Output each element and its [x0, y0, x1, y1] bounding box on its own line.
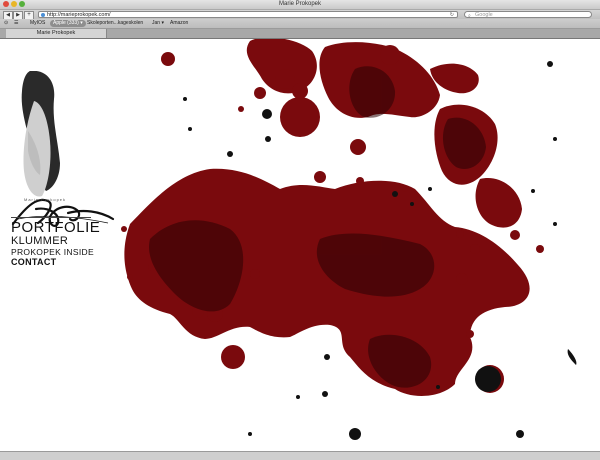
drop: [350, 139, 366, 155]
drop: [356, 177, 364, 185]
ink-drop: [322, 391, 328, 397]
drop: [238, 106, 244, 112]
ink-drop: [531, 189, 535, 193]
nav-prokopek-inside[interactable]: PROKOPEK INSIDE: [11, 248, 100, 257]
ink-drop: [262, 109, 272, 119]
ink-drop: [265, 136, 271, 142]
ink-drop: [324, 354, 330, 360]
logo-caption: Marie Prokopek: [24, 197, 67, 202]
reading-list-icon[interactable]: ⊙: [4, 19, 8, 28]
bookmarks-menu-icon[interactable]: ☰: [14, 19, 18, 28]
drop: [536, 245, 544, 253]
search-field[interactable]: ⌕ Google: [464, 11, 592, 19]
ink-streak: [567, 349, 577, 365]
ink-drop: [183, 97, 187, 101]
tab-marie-prokopek[interactable]: Marie Prokopek: [6, 29, 107, 38]
bookmark-amazon[interactable]: Amazon: [170, 19, 188, 28]
ink-drop: [553, 222, 557, 226]
drop: [161, 52, 175, 66]
url-text: http://marieprokopek.com/: [47, 12, 111, 18]
bookmarks-bar: ⊙ ☰ MyIOS Apple (333) ▾ Skoleporten...ka…: [0, 19, 600, 29]
bookmark-jan[interactable]: Jan ▾: [152, 19, 164, 28]
page-viewport: Marie Prokopek PORTFOLIE KLUMMER PROKOPE…: [0, 39, 600, 451]
right-lower-splash: [475, 178, 522, 228]
ink-drop: [227, 151, 233, 157]
browser-toolbar: ◀ ▶ + http://marieprokopek.com/ ↻ ⌕ Goog…: [0, 10, 600, 20]
site-icon: [41, 13, 45, 17]
ink-drop: [428, 187, 432, 191]
drop: [292, 83, 308, 99]
drop: [380, 45, 400, 65]
drop: [402, 186, 408, 192]
drop: [314, 171, 326, 183]
drop: [280, 97, 320, 137]
drop: [127, 274, 133, 280]
address-bar[interactable]: http://marieprokopek.com/ ↻: [38, 11, 458, 18]
ink-drop: [410, 202, 414, 206]
ink-drop: [188, 127, 192, 131]
ink-drop: [436, 385, 440, 389]
drop: [510, 230, 520, 240]
ink-drop: [516, 430, 524, 438]
bookmark-myios[interactable]: MyIOS: [30, 19, 45, 28]
drop: [275, 69, 295, 89]
window-title: Marie Prokopek: [278, 1, 322, 7]
ink-drop: [553, 137, 557, 141]
drop: [250, 269, 260, 279]
drop: [254, 87, 266, 99]
ink-drop: [475, 366, 501, 392]
drop: [456, 273, 468, 285]
ink-drop: [296, 395, 300, 399]
nav-klummer[interactable]: KLUMMER: [11, 236, 100, 247]
ink-drop: [349, 428, 361, 440]
nav-contact[interactable]: CONTACT: [11, 257, 100, 267]
search-placeholder: Google: [475, 12, 493, 18]
bookmark-skoleporten[interactable]: Skoleporten...kageskolen: [87, 19, 143, 28]
ink-drop: [547, 61, 553, 67]
splash-shapes: [121, 39, 544, 396]
site-navigation: PORTFOLIE KLUMMER PROKOPEK INSIDE CONTAC…: [11, 220, 100, 267]
drop: [121, 226, 127, 232]
window-titlebar: Marie Prokopek: [0, 0, 600, 10]
drop: [470, 244, 480, 254]
ink-drop: [392, 191, 398, 197]
menu-divider: [11, 217, 91, 218]
drop: [466, 330, 474, 338]
reload-icon[interactable]: ↻: [450, 12, 454, 19]
nav-portfolie[interactable]: PORTFOLIE: [11, 220, 100, 235]
ink-drop: [248, 432, 252, 436]
drop: [456, 230, 464, 238]
tab-bar: Marie Prokopek: [0, 29, 600, 39]
drop: [221, 345, 245, 369]
bookmark-apple[interactable]: Apple (333) ▾: [50, 20, 86, 27]
